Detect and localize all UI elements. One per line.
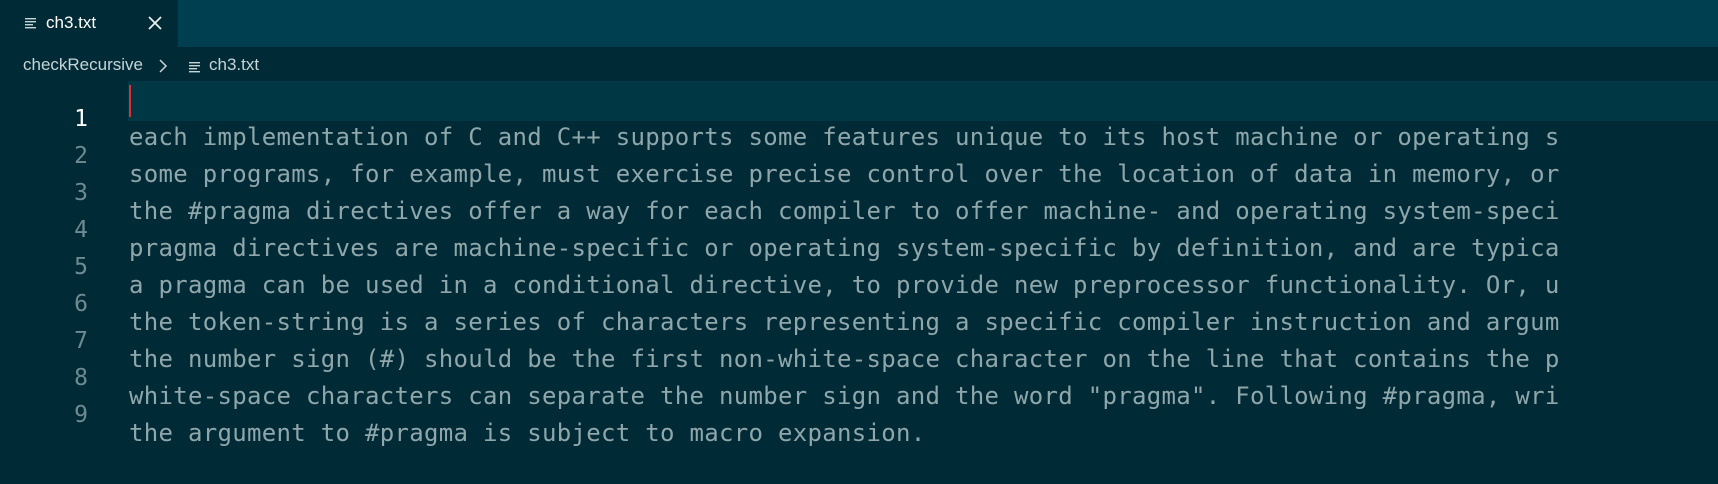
editor-line-7[interactable]: 7 the number sign (#) should be the firs… (0, 303, 1718, 373)
breadcrumb: checkRecursive ch3.txt (0, 47, 1718, 81)
text-editor[interactable]: 1 each implementation of C and C++ suppo… (0, 81, 1718, 484)
editor-line-6[interactable]: 6 the token-string is a series of charac… (0, 266, 1718, 336)
editor-line-4[interactable]: 4 pragma directives are machine-specific… (0, 192, 1718, 262)
close-icon[interactable] (145, 13, 165, 33)
editor-line-5[interactable]: 5 a pragma can be used in a conditional … (0, 229, 1718, 299)
editor-line-2[interactable]: 2 some programs, for example, must exerc… (0, 118, 1718, 188)
editor-line-1[interactable]: 1 each implementation of C and C++ suppo… (0, 81, 1718, 151)
chevron-right-icon (159, 59, 168, 73)
text-file-icon (189, 62, 200, 73)
breadcrumb-folder[interactable]: checkRecursive (23, 54, 143, 76)
text-file-icon (25, 18, 36, 29)
editor-line-9[interactable]: 9 the argument to #pragma is subject to … (0, 377, 1718, 447)
tab-label: ch3.txt (46, 13, 97, 32)
breadcrumb-file[interactable]: ch3.txt (209, 54, 259, 76)
editor-line-8[interactable]: 8 white-space characters can separate th… (0, 340, 1718, 410)
tab-bar: ch3.txt (0, 0, 1718, 47)
editor-line-3[interactable]: 3 the #pragma directives offer a way for… (0, 155, 1718, 225)
tab-ch3-txt[interactable]: ch3.txt (0, 0, 178, 47)
line-text[interactable]: the argument to #pragma is subject to ma… (129, 413, 925, 453)
text-cursor (129, 85, 131, 117)
line-number: 9 (74, 402, 88, 428)
